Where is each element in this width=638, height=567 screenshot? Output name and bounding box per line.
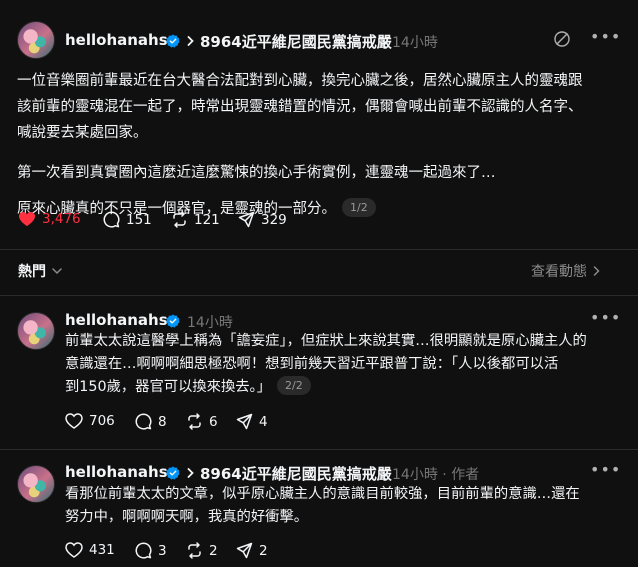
divider — [0, 295, 638, 296]
reply-topic[interactable]: 8964近平維尼國民黨搞戒嚴 — [200, 463, 392, 484]
reply-username[interactable]: hellohanahsu — [65, 311, 178, 329]
reply-time[interactable]: 14小時 — [187, 312, 233, 332]
repost-button[interactable]: 6 — [186, 413, 218, 430]
repost-count: 6 — [209, 413, 218, 430]
page-badge: 2/2 — [277, 376, 311, 395]
chevron-right-icon — [593, 266, 600, 276]
post-line: 該前輩的靈魂混在一起了，時常出現靈魂錯置的情況，偶爾會喊出前輩不認識的人名字、 — [17, 99, 583, 115]
share-button[interactable]: 4 — [236, 413, 268, 430]
like-button[interactable]: 431 — [65, 542, 115, 558]
dot-separator: · — [437, 467, 452, 483]
reply-line-last: 到150歲，器官可以換來換去。」 2/2 — [65, 376, 587, 399]
heart-icon — [65, 413, 83, 429]
avatar[interactable] — [17, 312, 55, 350]
reply-line: 努力中，啊啊啊天啊，我真的好衝擊。 — [65, 509, 309, 525]
repost-button[interactable]: 2 — [186, 542, 218, 559]
comment-icon — [135, 542, 152, 559]
comment-icon — [103, 211, 120, 228]
comment-count: 151 — [126, 211, 152, 228]
share-icon — [236, 542, 253, 559]
more-icon[interactable]: ••• — [590, 27, 621, 46]
post-topic[interactable]: 8964近平維尼國民黨搞戒嚴 — [200, 31, 392, 52]
like-button[interactable]: 706 — [65, 413, 115, 429]
divider — [0, 249, 638, 250]
reply-line: 意識還在…啊啊啊細思極恐啊！想到前幾天習近平跟普丁說：「人以後都可以活 — [65, 356, 559, 372]
comment-count: 8 — [158, 413, 167, 430]
post-body: 一位音樂圈前輩最近在台大醫合法配對到心臟，換完心臟之後，居然心臟原主人的靈魂跟 … — [17, 68, 583, 222]
share-button[interactable]: 329 — [238, 211, 287, 228]
share-count: 2 — [259, 542, 268, 559]
post-line: 第一次看到真實圈內這麼近這麼驚悚的換心手術實例，連靈魂一起過來了… — [17, 165, 496, 181]
comment-button[interactable]: 8 — [135, 413, 167, 430]
share-count: 329 — [261, 211, 287, 228]
like-count: 3,476 — [42, 211, 81, 227]
verified-badge-icon — [166, 314, 180, 328]
avatar[interactable] — [17, 21, 55, 59]
sort-dropdown[interactable]: 熱門 — [18, 261, 62, 281]
view-activity-label: 查看動態 — [531, 264, 587, 280]
post-username[interactable]: hellohanahsu — [65, 31, 178, 49]
verified-badge-icon — [166, 466, 180, 480]
share-button[interactable]: 2 — [236, 542, 268, 559]
post-time[interactable]: 14小時 — [392, 32, 438, 52]
reply-username[interactable]: hellohanahsu — [65, 463, 178, 481]
reply-time[interactable]: 14小時 — [392, 467, 438, 483]
repost-count: 2 — [209, 542, 218, 559]
chevron-right-icon — [187, 468, 194, 478]
comment-button[interactable]: 3 — [135, 542, 167, 559]
repost-icon — [173, 211, 186, 228]
sort-label: 熱門 — [18, 264, 46, 280]
reply-line: 前輩太太說這醫學上稱為「譫妄症」，但症狀上來說其實…很明顯就是原心臟主人的 — [65, 333, 587, 349]
reply-time-author: 14小時 · 作者 — [392, 464, 479, 484]
post-line: 一位音樂圈前輩最近在台大醫合法配對到心臟，換完心臟之後，居然心臟原主人的靈魂跟 — [17, 73, 583, 89]
reply-line: 到150歲，器官可以換來換去。」 — [65, 379, 271, 395]
reply-body: 前輩太太說這醫學上稱為「譫妄症」，但症狀上來說其實…很明顯就是原心臟主人的 意識… — [65, 330, 587, 399]
post-line-last: 原來心臟真的不只是一個器官，是靈魂的一部分。 1/2 — [17, 196, 583, 222]
chevron-right-icon — [187, 36, 194, 46]
mute-icon[interactable] — [553, 30, 571, 48]
like-count: 706 — [89, 413, 115, 429]
like-button[interactable]: 3,476 — [18, 211, 81, 227]
avatar[interactable] — [17, 465, 55, 503]
share-icon — [238, 211, 255, 228]
page-badge: 1/2 — [342, 198, 376, 217]
divider — [0, 449, 638, 450]
more-icon[interactable]: ••• — [590, 460, 621, 479]
heart-icon — [19, 212, 35, 226]
repost-button[interactable]: 121 — [171, 211, 220, 228]
share-icon — [236, 413, 253, 430]
author-tag: 作者 — [451, 467, 480, 483]
comment-count: 3 — [158, 542, 167, 559]
verified-badge-icon — [166, 34, 180, 48]
share-count: 4 — [259, 413, 268, 430]
reply-body: 看那位前輩太太的文章，似乎原心臟主人的意識目前較強，目前前輩的意識…還在 努力中… — [65, 483, 580, 529]
reply-line: 看那位前輩太太的文章，似乎原心臟主人的意識目前較強，目前前輩的意識…還在 — [65, 486, 580, 502]
like-count: 431 — [89, 542, 115, 558]
repost-count: 121 — [194, 211, 220, 228]
comment-icon — [135, 413, 152, 430]
chevron-down-icon — [52, 268, 62, 275]
repost-icon — [188, 542, 201, 559]
post-line: 喊說要去某處回家。 — [17, 125, 148, 141]
repost-icon — [188, 413, 201, 430]
view-activity-link[interactable]: 查看動態 — [531, 261, 600, 281]
heart-icon — [65, 542, 83, 558]
comment-button[interactable]: 151 — [103, 211, 152, 228]
more-icon[interactable]: ••• — [590, 308, 621, 327]
